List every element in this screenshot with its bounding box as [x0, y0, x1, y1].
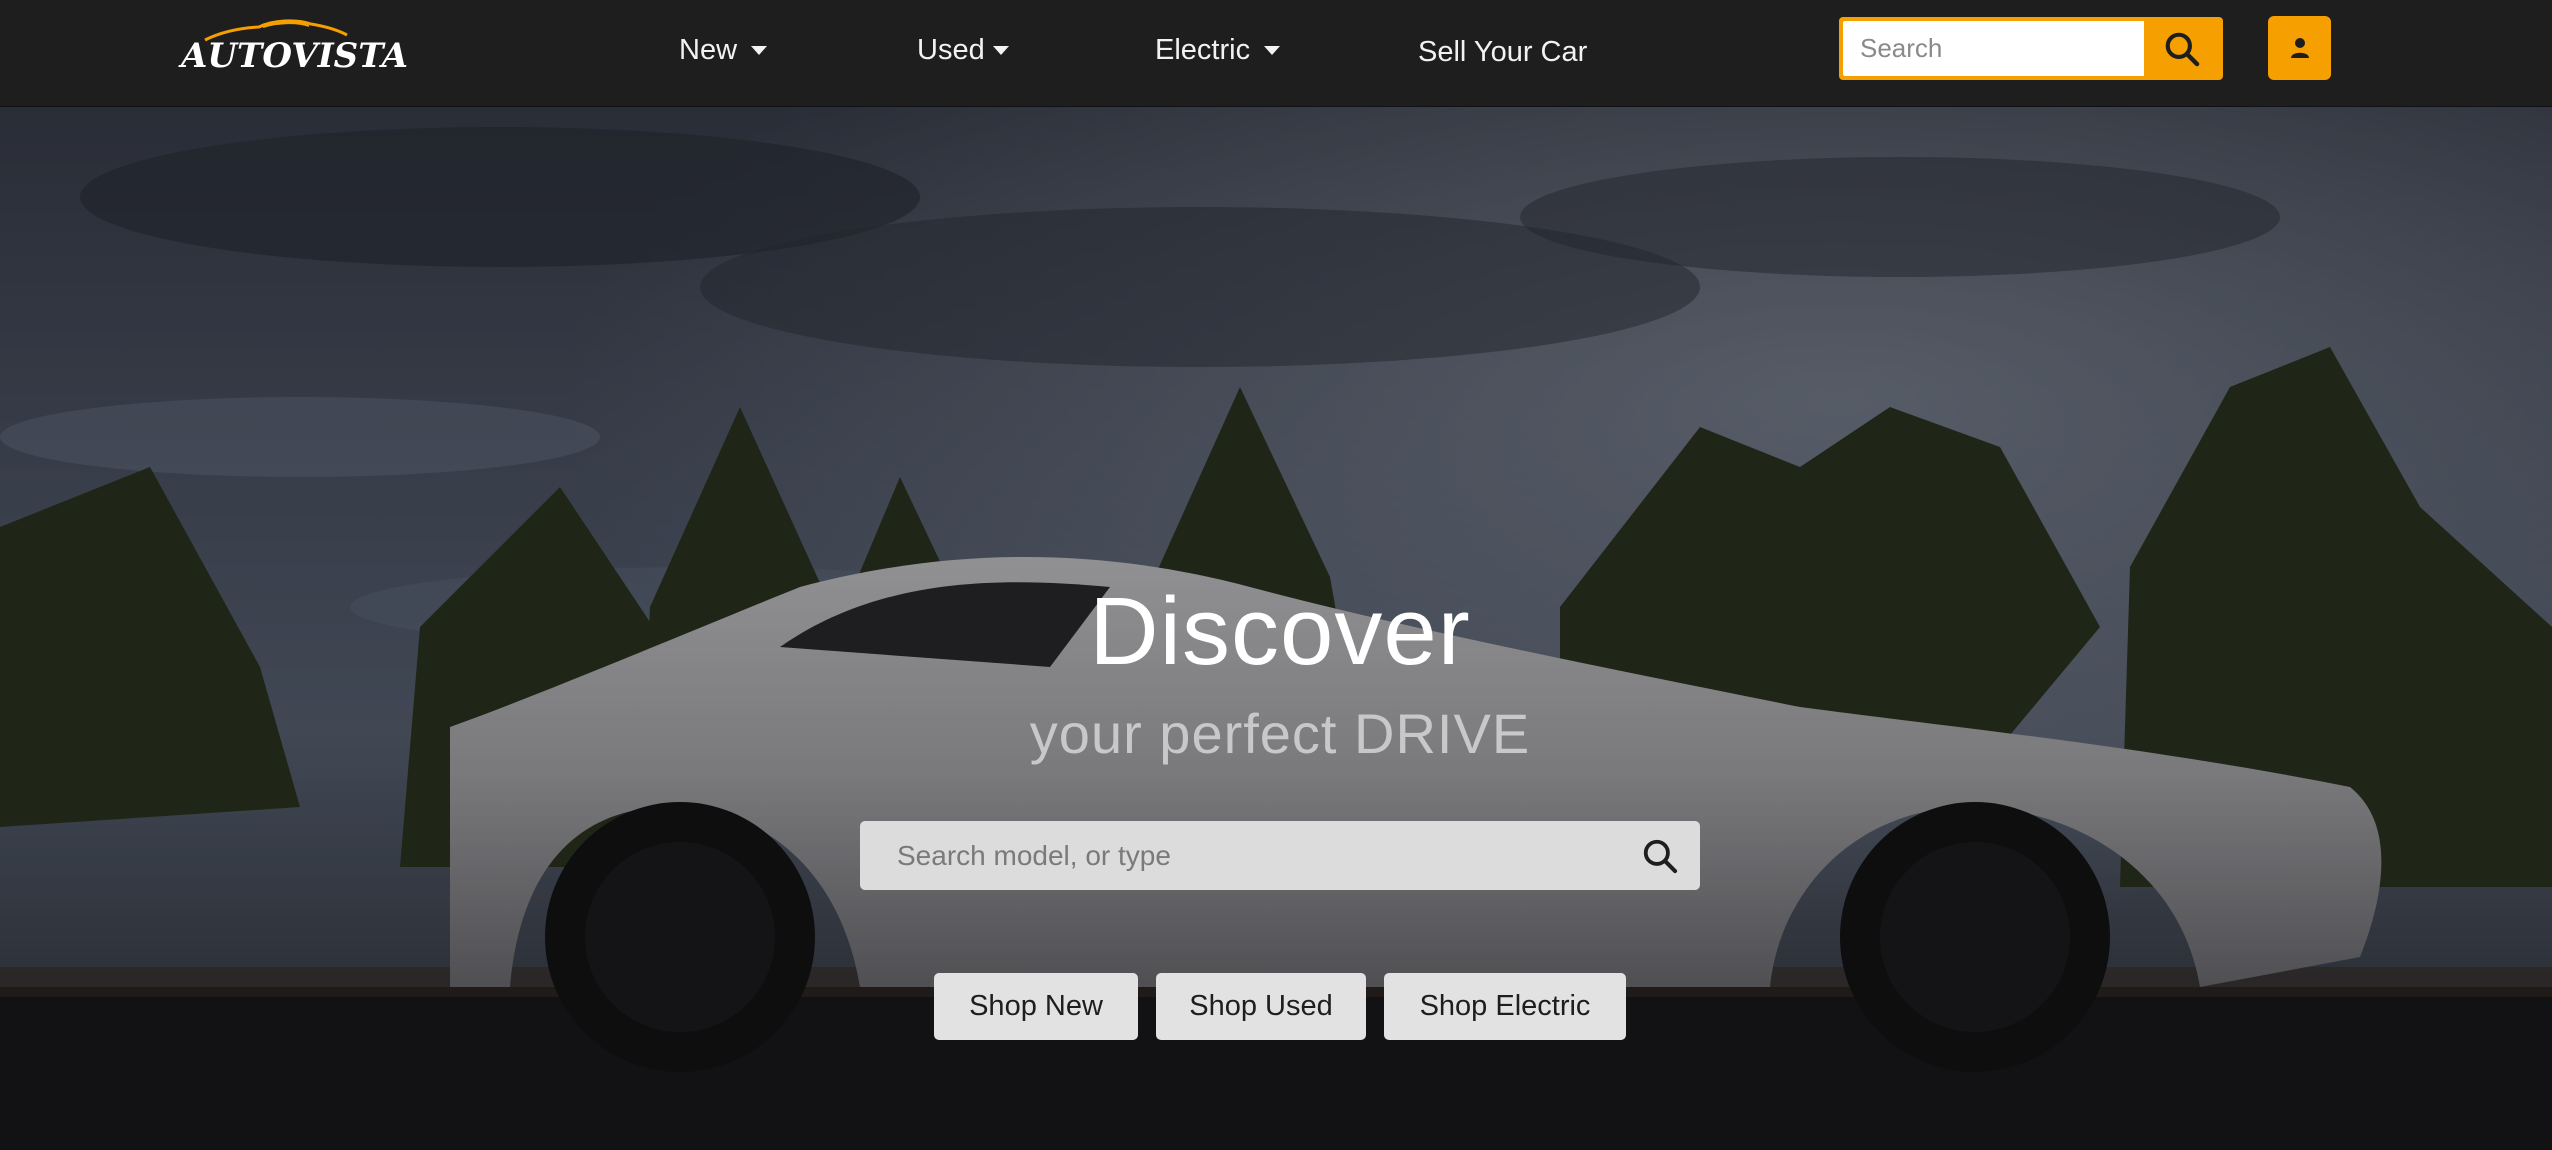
hero-subtitle: your perfect DRIVE: [1029, 702, 1531, 765]
user-icon: [2290, 38, 2309, 58]
nav-new[interactable]: New: [679, 28, 768, 72]
nav-used-label: Used: [917, 33, 985, 66]
hero-search-button[interactable]: [1620, 821, 1700, 890]
search-icon: [1643, 839, 1678, 873]
chevron-down-icon: [992, 45, 1009, 55]
header-search: [1839, 17, 2223, 80]
chevron-down-icon: [751, 45, 768, 55]
shop-used-button[interactable]: Shop Used: [1156, 973, 1366, 1040]
top-navbar: AUTOVISTA New Used Electric Sell Your Ca…: [0, 0, 2552, 107]
nav-sell-label: Sell Your Car: [1418, 35, 1588, 68]
user-account-button[interactable]: [2268, 16, 2331, 80]
header-search-button[interactable]: [2144, 21, 2219, 76]
header-search-input[interactable]: [1843, 21, 2144, 76]
brand-logo[interactable]: AUTOVISTA: [181, 18, 409, 76]
nav-electric[interactable]: Electric: [1155, 28, 1281, 72]
hero-search-bar: [860, 821, 1700, 890]
hero-search-input[interactable]: [860, 821, 1620, 890]
nav-sell-your-car[interactable]: Sell Your Car: [1418, 30, 1587, 74]
chevron-down-icon: [1264, 45, 1281, 55]
nav-used[interactable]: Used: [917, 28, 1009, 72]
shop-electric-button[interactable]: Shop Electric: [1384, 973, 1626, 1040]
nav-electric-label: Electric: [1155, 33, 1251, 66]
hero-title: Discover: [1089, 578, 1471, 685]
nav-new-label: New: [679, 33, 738, 66]
brand-name: AUTOVISTA: [181, 36, 409, 76]
hero-section: Discover your perfect DRIVE Shop New Sho…: [0, 107, 2552, 1150]
search-icon: [2165, 32, 2199, 66]
shop-new-button[interactable]: Shop New: [934, 973, 1138, 1040]
